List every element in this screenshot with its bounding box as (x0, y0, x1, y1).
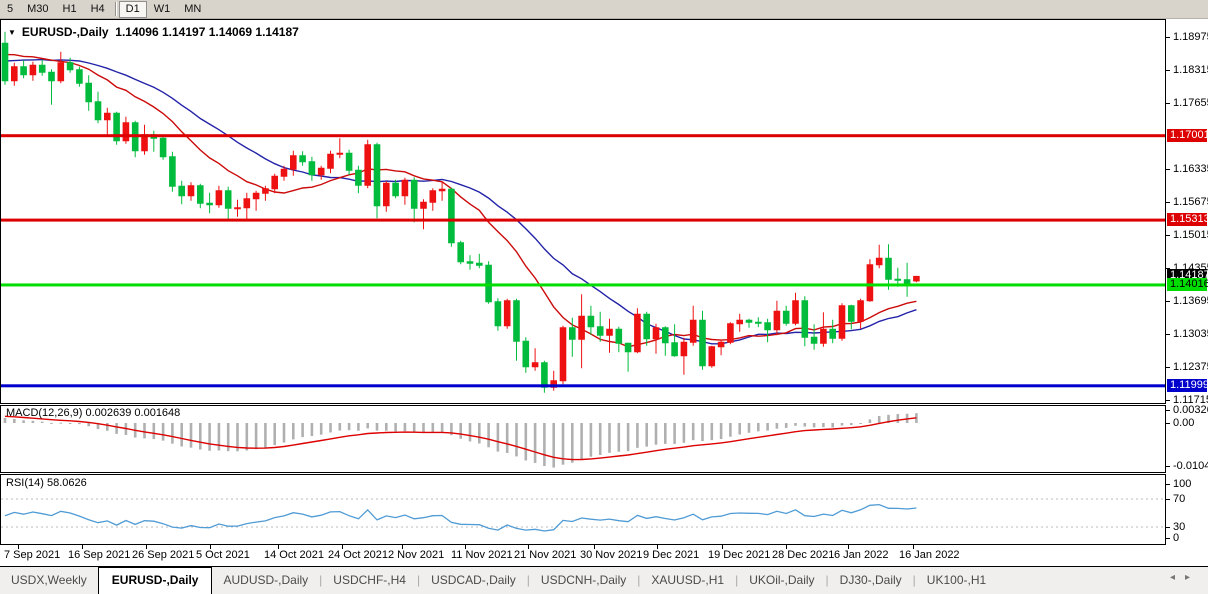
price-axis[interactable]: 1.18975 1.18315 1.17655 1.16335 1.15675 1.150… (1166, 19, 1208, 566)
axis-tick (1166, 202, 1170, 203)
price-highlight-label: 1.14016 (1167, 278, 1207, 291)
macd-tick-label: 0.00 (1173, 417, 1194, 429)
rsi-tick-label: 0 (1173, 532, 1179, 544)
price-highlight-label: 1.11999 (1167, 379, 1207, 392)
tab-audusd-daily[interactable]: AUDUSD-,Daily (212, 567, 319, 594)
axis-tick (1166, 410, 1170, 411)
price-highlight-label: 1.15313 (1167, 213, 1207, 226)
chart-symbol-label: EURUSD-,Daily (22, 25, 109, 39)
tab-usdcad-daily[interactable]: USDCAD-,Daily (420, 567, 527, 594)
symbol-dropdown-icon[interactable]: ▼ (8, 28, 16, 37)
macd-tick-label: 0.003261 (1173, 404, 1208, 416)
date-label: 16 Jan 2022 (899, 549, 960, 561)
axis-tick (1166, 527, 1170, 528)
candlestick-chart[interactable] (1, 20, 1165, 403)
tab-usdcnh-daily[interactable]: USDCNH-,Daily (530, 567, 637, 594)
axis-tick (1166, 400, 1170, 401)
axis-tick (1166, 169, 1170, 170)
date-label: 14 Oct 2021 (264, 549, 324, 561)
tab-usdx-weekly[interactable]: USDX,Weekly (0, 567, 98, 594)
price-highlight-label: 1.17001 (1167, 129, 1207, 142)
date-label: 9 Dec 2021 (643, 549, 699, 561)
rsi-chart (1, 475, 1165, 544)
macd-tick-label: -0.010438 (1173, 460, 1208, 472)
price-tick-label: 1.12375 (1173, 361, 1208, 373)
date-label: 11 Nov 2021 (451, 549, 513, 561)
date-label: 6 Jan 2022 (834, 549, 888, 561)
price-tick-label: 1.18975 (1173, 31, 1208, 43)
tab-uk100-h1[interactable]: UK100-,H1 (916, 567, 997, 594)
axis-tick (1166, 70, 1170, 71)
macd-indicator-label: MACD(12,26,9) 0.002639 0.001648 (6, 407, 180, 419)
axis-tick (1166, 334, 1170, 335)
chart-tabbar: USDX,WeeklyEURUSD-,DailyAUDUSD-,Daily|US… (0, 566, 1208, 594)
axis-tick (1166, 466, 1170, 467)
date-label: 28 Dec 2021 (772, 549, 834, 561)
axis-tick (1166, 499, 1170, 500)
price-tick-label: 1.13695 (1173, 295, 1208, 307)
toolbar-separator (115, 2, 116, 16)
axis-tick (1166, 367, 1170, 368)
rsi-panel[interactable] (0, 474, 1166, 545)
tab-dj30-daily[interactable]: DJ30-,Daily (829, 567, 913, 594)
tab-ukoil-daily[interactable]: UKOil-,Daily (738, 567, 825, 594)
tab-scroll-left-icon[interactable]: ◂ (1170, 572, 1185, 583)
axis-tick (1166, 484, 1170, 485)
rsi-tick-label: 70 (1173, 493, 1185, 505)
price-tick-label: 1.17655 (1173, 97, 1208, 109)
price-tick-label: 1.15015 (1173, 229, 1208, 241)
axis-tick (1166, 235, 1170, 236)
axis-tick (1166, 538, 1170, 539)
tab-xauusd-h1[interactable]: XAUUSD-,H1 (640, 567, 735, 594)
price-tick-label: 1.16335 (1173, 163, 1208, 175)
date-label: 5 Oct 2021 (196, 549, 250, 561)
price-tick-label: 1.15675 (1173, 196, 1208, 208)
tab-scroll-right-icon[interactable]: ▸ (1185, 572, 1200, 583)
tab-eurusd-daily[interactable]: EURUSD-,Daily (98, 567, 213, 594)
rsi-indicator-label: RSI(14) 58.0626 (6, 477, 87, 489)
date-label: 21 Nov 2021 (514, 549, 576, 561)
date-label: 16 Sep 2021 (68, 549, 130, 561)
timeframe-5[interactable]: 5 (0, 1, 20, 18)
date-label: 30 Nov 2021 (580, 549, 642, 561)
tab-usdchf-h4[interactable]: USDCHF-,H4 (322, 567, 417, 594)
rsi-tick-label: 100 (1173, 478, 1191, 490)
timeframe-h1[interactable]: H1 (56, 1, 84, 18)
price-tick-label: 1.13035 (1173, 328, 1208, 340)
timeframe-toolbar: 5M30H1H4 D1W1MN (0, 0, 1208, 19)
date-axis[interactable]: 7 Sep 2021 16 Sep 202126 Sep 20215 Oct 20… (0, 545, 1166, 566)
axis-tick (1166, 423, 1170, 424)
tab-scroll-arrows: ◂▸ (1170, 572, 1200, 583)
timeframe-w1[interactable]: W1 (147, 1, 178, 18)
date-label: 2 Nov 2021 (388, 549, 444, 561)
date-label: 19 Dec 2021 (708, 549, 770, 561)
date-label: 24 Oct 2021 (328, 549, 388, 561)
chart-ohlc-values: 1.14096 1.14197 1.14069 1.14187 (115, 25, 299, 39)
chart-title: ▼ EURUSD-,Daily 1.14096 1.14197 1.14069 1… (8, 25, 299, 39)
axis-tick (1166, 37, 1170, 38)
axis-tick (1166, 103, 1170, 104)
main-chart-panel[interactable] (0, 19, 1166, 404)
timeframe-d1[interactable]: D1 (119, 1, 147, 18)
axis-tick (1166, 301, 1170, 302)
timeframe-m30[interactable]: M30 (20, 1, 55, 18)
date-label: 7 Sep 2021 (4, 549, 60, 561)
price-tick-label: 1.18315 (1173, 64, 1208, 76)
timeframe-h4[interactable]: H4 (84, 1, 112, 18)
date-label: 26 Sep 2021 (132, 549, 194, 561)
timeframe-mn[interactable]: MN (177, 1, 208, 18)
